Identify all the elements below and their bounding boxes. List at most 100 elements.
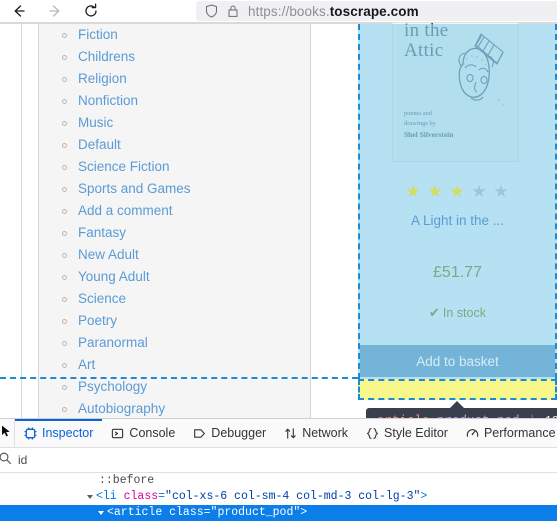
url-domain: toscrape.com xyxy=(329,3,419,19)
category-item[interactable]: Music xyxy=(62,112,310,134)
shield-icon[interactable] xyxy=(205,4,218,18)
category-item[interactable]: Religion xyxy=(62,68,310,90)
dom-attr-value: "col-xs-6 col-sm-4 col-md-3 col-lg-3" xyxy=(165,490,421,503)
address-bar[interactable]: https://books.toscrape.com xyxy=(196,1,557,21)
dom-tree: ::before < li class = "col-xs-6 col-sm-4 co… xyxy=(0,473,557,521)
lock-icon[interactable] xyxy=(227,4,239,18)
category-label: Nonfiction xyxy=(78,93,139,109)
bullet-icon xyxy=(62,296,67,302)
tab-label: Debugger xyxy=(211,426,267,440)
tab-label: Console xyxy=(129,426,176,440)
product-title-link[interactable]: A Light in the ... xyxy=(358,213,557,228)
bullet-icon xyxy=(62,142,67,148)
browser-toolbar: https://books.toscrape.com xyxy=(0,0,557,22)
star-icon-empty: ★ xyxy=(471,182,488,201)
dom-equals: = xyxy=(158,490,166,503)
dom-row-article-selected[interactable]: < article class = "product_pod" > xyxy=(0,505,557,521)
bullet-icon xyxy=(62,340,67,346)
inspector-tooltip: article.product_pod | 195 × 370 xyxy=(366,408,557,418)
category-item[interactable]: Sports and Games xyxy=(62,178,310,200)
tab-inspector[interactable]: Inspector xyxy=(15,419,102,448)
tab-label: Style Editor xyxy=(384,426,448,440)
tab-label: Inspector xyxy=(42,426,94,440)
category-label: Add a comment xyxy=(78,203,173,219)
dom-attr-value: "product_pod" xyxy=(210,506,301,519)
bullet-icon xyxy=(62,384,67,390)
category-label: Childrens xyxy=(78,49,136,65)
dom-attr-name: class xyxy=(123,490,159,503)
add-to-basket-button[interactable]: Add to basket xyxy=(360,345,555,377)
category-label: Fantasy xyxy=(78,225,127,241)
tab-label: Performance xyxy=(483,426,556,440)
category-label: Psychology xyxy=(78,379,148,395)
category-item[interactable]: Fantasy xyxy=(62,222,310,244)
bullet-icon xyxy=(62,362,67,368)
bullet-icon xyxy=(62,98,67,104)
back-button[interactable] xyxy=(4,0,34,22)
devtools-panel: Inspector Console Debugger Network Style xyxy=(0,418,557,523)
bullet-icon xyxy=(62,54,67,60)
category-item[interactable]: Science Fiction xyxy=(62,156,310,178)
tab-style-editor[interactable]: Style Editor xyxy=(357,419,457,448)
back-arrow-icon xyxy=(11,3,27,19)
category-item[interactable]: Nonfiction xyxy=(62,90,310,112)
expand-twisty-icon[interactable] xyxy=(87,495,93,499)
category-label: Sports and Games xyxy=(78,181,191,197)
tab-label: Network xyxy=(302,426,349,440)
dom-tag-name: li xyxy=(102,490,117,503)
inspector-guide-horizontal xyxy=(0,377,358,379)
forward-button[interactable] xyxy=(40,0,70,22)
category-item[interactable]: Add a comment xyxy=(62,200,310,222)
element-picker-icon xyxy=(0,424,14,443)
page-viewport: Fiction Childrens Religion Nonfiction Mu… xyxy=(0,22,557,418)
tab-performance[interactable]: Performance xyxy=(457,419,557,448)
bullet-icon xyxy=(62,406,67,412)
category-item[interactable]: New Adult xyxy=(62,244,310,266)
bullet-icon xyxy=(62,252,67,258)
dom-pseudo-label: ::before xyxy=(99,474,155,487)
category-item[interactable]: Psychology xyxy=(62,376,310,398)
dom-close-bracket: > xyxy=(420,490,428,503)
reload-button[interactable] xyxy=(76,0,106,22)
tab-network[interactable]: Network xyxy=(275,419,357,448)
star-icon-filled: ★ xyxy=(427,182,444,201)
devtools-search-bar[interactable]: id xyxy=(0,448,557,473)
style-editor-icon xyxy=(366,427,379,440)
category-label: Science xyxy=(78,291,127,307)
category-item[interactable]: Childrens xyxy=(62,46,310,68)
category-item[interactable]: Poetry xyxy=(62,310,310,332)
stock-label: In stock xyxy=(442,306,486,320)
dom-tag-name: article xyxy=(113,506,163,519)
bullet-icon xyxy=(62,32,67,38)
category-item[interactable]: Young Adult xyxy=(62,266,310,288)
category-label: Default xyxy=(78,137,121,153)
dom-close-bracket: > xyxy=(300,506,308,519)
console-icon xyxy=(111,427,124,440)
category-item[interactable]: Paranormal xyxy=(62,332,310,354)
tab-console[interactable]: Console xyxy=(102,419,184,448)
category-item[interactable]: Fiction xyxy=(62,24,310,46)
category-item[interactable]: Art xyxy=(62,354,310,376)
star-icon-filled: ★ xyxy=(449,182,466,201)
inspector-highlight-margin xyxy=(358,379,557,400)
category-label: Music xyxy=(78,115,114,131)
dom-row-li[interactable]: < li class = "col-xs-6 col-sm-4 col-md-3 co… xyxy=(0,489,557,505)
devtools-tabbar: Inspector Console Debugger Network Style xyxy=(0,418,557,448)
element-picker-button[interactable] xyxy=(0,418,15,448)
category-label: Science Fiction xyxy=(78,159,170,175)
forward-arrow-icon xyxy=(47,3,63,19)
tab-debugger[interactable]: Debugger xyxy=(184,419,275,448)
layout-gutter-right xyxy=(310,24,311,418)
bullet-icon xyxy=(62,274,67,280)
expand-twisty-icon[interactable] xyxy=(98,511,104,515)
category-list: Fiction Childrens Religion Nonfiction Mu… xyxy=(62,24,310,418)
category-item[interactable]: Autobiography xyxy=(62,398,310,418)
category-label: Paranormal xyxy=(78,335,148,351)
category-label: Fiction xyxy=(78,27,118,43)
category-item[interactable]: Science xyxy=(62,288,310,310)
category-item[interactable]: Default xyxy=(62,134,310,156)
performance-icon xyxy=(466,427,479,440)
dom-row-pseudo-before[interactable]: ::before xyxy=(0,473,557,489)
dom-open-bracket: < xyxy=(107,506,114,519)
search-input-value: id xyxy=(18,453,28,467)
